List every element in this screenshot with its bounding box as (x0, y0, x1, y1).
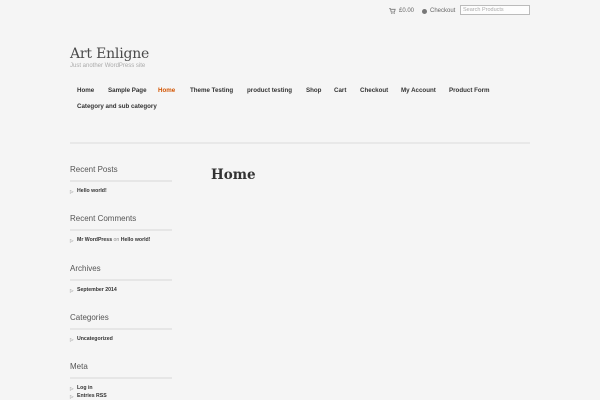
archive-link[interactable]: September 2014 (77, 287, 117, 293)
widget-divider (70, 328, 172, 330)
recent-post-link[interactable]: Hello world! (77, 188, 107, 194)
bullet-icon: ▷ (70, 189, 74, 194)
nav-item-home-current[interactable]: Home (158, 85, 175, 96)
list-item: ▷ September 2014 (70, 287, 172, 293)
bullet-icon: ▷ (70, 288, 74, 293)
widget-divider (70, 279, 172, 281)
top-bar: £0.00 Checkout (0, 0, 600, 24)
bullet-icon: ▷ (70, 386, 74, 391)
nav-item-checkout[interactable]: Checkout (360, 85, 388, 96)
checkout-label: Checkout (430, 8, 456, 14)
widget-divider (70, 377, 172, 379)
widget-recent-posts: Recent Posts ▷ Hello world! (70, 165, 172, 194)
checkout-icon (422, 8, 427, 14)
widget-title-categories: Categories (70, 313, 109, 322)
category-link[interactable]: Uncategorized (77, 336, 113, 342)
widget-categories: Categories ▷ Uncategorized (70, 313, 172, 342)
checkout-link[interactable]: Checkout (422, 8, 455, 14)
widget-divider (70, 180, 172, 182)
nav-item-product-form[interactable]: Product Form (449, 85, 490, 96)
comment-author-link[interactable]: Mr WordPress (77, 237, 112, 243)
comment-post-link[interactable]: Hello world! (121, 237, 151, 243)
list-item: ▷ Log in (70, 385, 172, 391)
widget-title-recent-comments: Recent Comments (70, 214, 137, 223)
nav-item-category-and-sub-category[interactable]: Category and sub category (77, 101, 157, 112)
nav-item-my-account[interactable]: My Account (401, 85, 436, 96)
widget-divider (70, 229, 172, 231)
site-description: Just another WordPress site (70, 63, 146, 69)
comment-on-text: on (113, 237, 120, 243)
widget-title-recent-posts: Recent Posts (70, 165, 118, 174)
search-products-input[interactable] (460, 5, 530, 15)
nav-item-cart[interactable]: Cart (334, 85, 346, 96)
bullet-icon: ▷ (70, 238, 74, 243)
nav-item-sample-page[interactable]: Sample Page (108, 85, 147, 96)
cart-total: £0.00 (399, 8, 415, 14)
page-title: Home (211, 167, 256, 183)
site-title[interactable]: Art Enligne (70, 46, 149, 62)
cart-link[interactable]: £0.00 (389, 8, 414, 14)
list-item: ▷ Hello world! (70, 188, 172, 194)
bullet-icon: ▷ (70, 337, 74, 342)
cart-icon (389, 8, 396, 14)
meta-login-link[interactable]: Log in (77, 385, 93, 391)
list-item: ▷ Uncategorized (70, 336, 172, 342)
widget-archives: Archives ▷ September 2014 (70, 264, 172, 293)
nav-item-shop[interactable]: Shop (306, 85, 321, 96)
nav-item-product-testing[interactable]: product testing (247, 85, 292, 96)
bullet-icon: ▷ (70, 394, 74, 399)
list-item: ▷ Entries RSS (70, 393, 172, 399)
meta-entries-rss-link[interactable]: Entries RSS (77, 393, 107, 399)
nav-item-home[interactable]: Home (77, 85, 94, 96)
widget-title-archives: Archives (70, 264, 101, 273)
widget-title-meta: Meta (70, 362, 88, 371)
list-item: ▷ Mr WordPress on Hello world! (70, 237, 172, 243)
nav-item-theme-testing[interactable]: Theme Testing (190, 85, 233, 96)
widget-recent-comments: Recent Comments ▷ Mr WordPress on Hello … (70, 214, 172, 243)
header-divider (70, 142, 530, 144)
widget-meta: Meta ▷ Log in ▷ Entries RSS (70, 362, 172, 399)
